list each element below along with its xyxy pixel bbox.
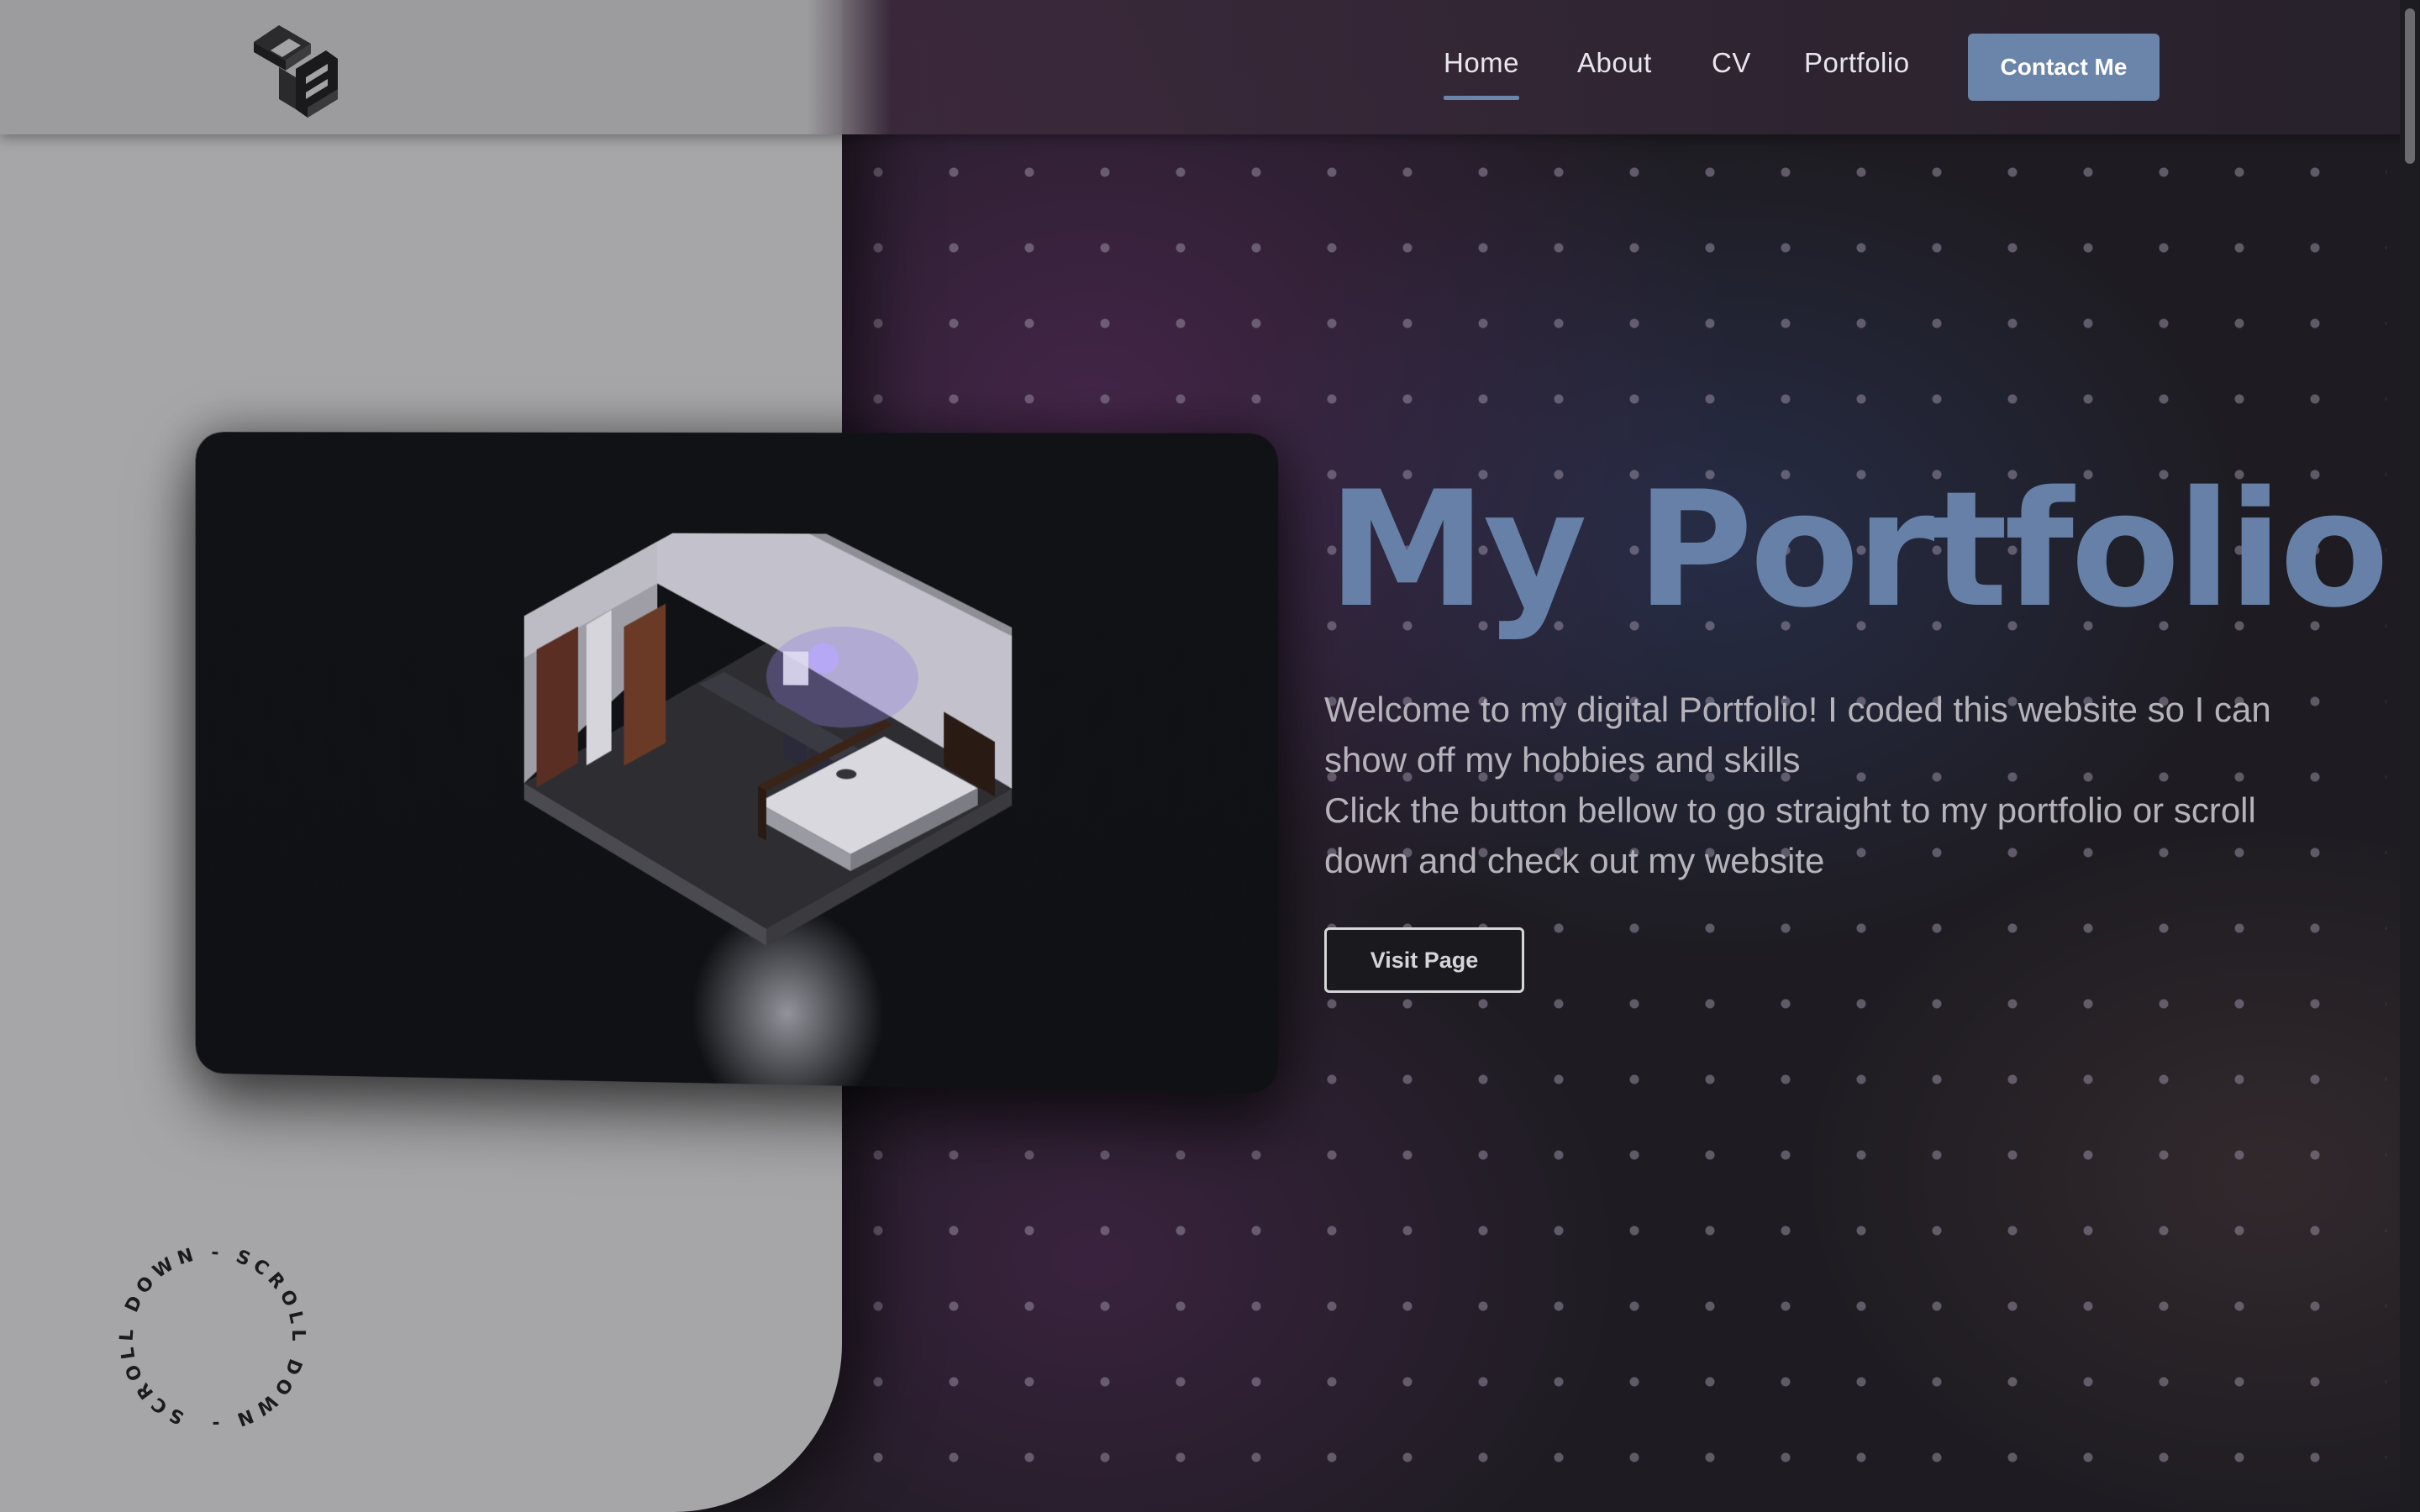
- site-header: Home About CV Portfolio Contact Me: [0, 0, 2420, 134]
- nav-cv[interactable]: CV: [1712, 47, 1751, 79]
- svg-text:SCROLL DOWN - SCROLL DOWN -: SCROLL DOWN - SCROLL DOWN -: [108, 1233, 318, 1443]
- scroll-down-text: SCROLL DOWN - SCROLL DOWN -: [108, 1233, 318, 1443]
- isometric-bedroom-render: [508, 533, 1029, 975]
- scrollbar-thumb[interactable]: [2405, 8, 2415, 164]
- contact-me-button[interactable]: Contact Me: [1968, 34, 2160, 101]
- scroll-down-indicator[interactable]: SCROLL DOWN - SCROLL DOWN -: [108, 1233, 318, 1443]
- page-scrollbar[interactable]: [2400, 0, 2420, 1512]
- nav-about[interactable]: About: [1577, 47, 1652, 79]
- ue-cube-logo-icon[interactable]: [245, 18, 345, 118]
- hero-title: My Portfolio: [1328, 470, 2336, 630]
- hero-image-card: [196, 432, 1279, 1095]
- hero-description-line-2: Click the button bellow to go straight t…: [1324, 785, 2299, 886]
- hero-description-line-1: Welcome to my digital Portfolio! I coded…: [1324, 685, 2299, 785]
- visit-page-button[interactable]: Visit Page: [1324, 927, 1524, 993]
- hero-description: Welcome to my digital Portfolio! I coded…: [1324, 685, 2299, 886]
- nav-portfolio[interactable]: Portfolio: [1804, 47, 1910, 79]
- nav-home[interactable]: Home: [1444, 47, 1519, 79]
